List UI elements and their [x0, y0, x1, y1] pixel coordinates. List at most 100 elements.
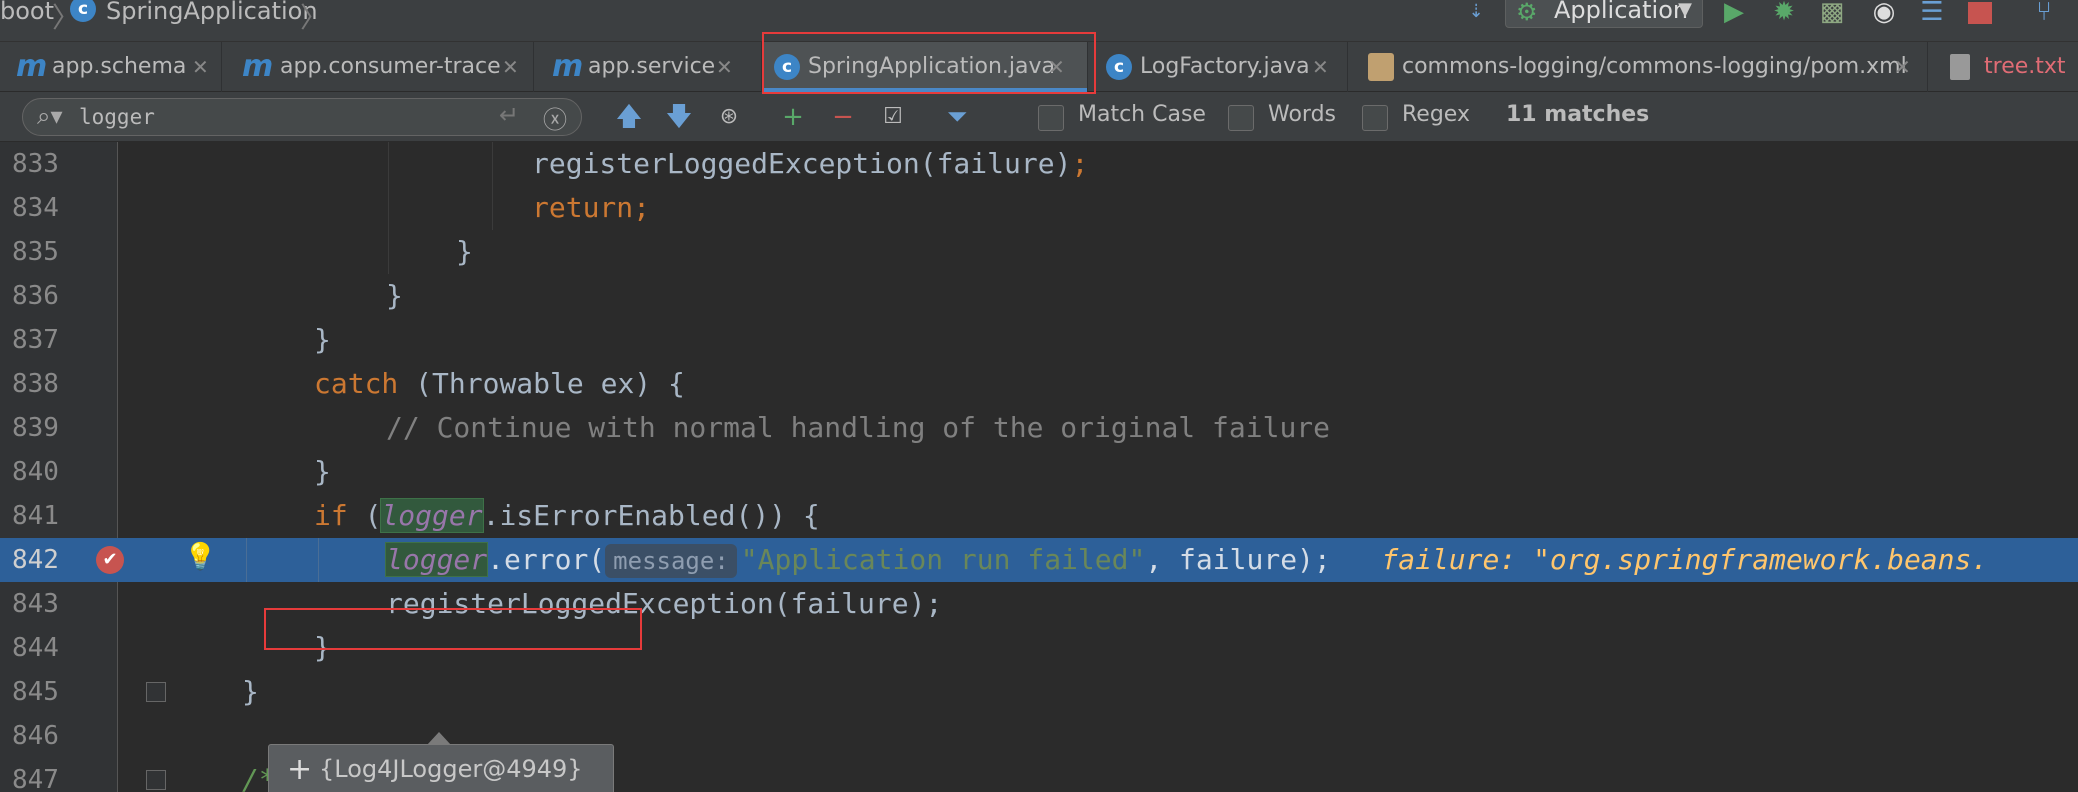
- code-fragment: .isErrorEnabled()) {: [482, 499, 820, 532]
- expand-icon[interactable]: +: [287, 753, 312, 787]
- tab-tree-txt[interactable]: tree.txt: [1928, 42, 2078, 92]
- xml-file-icon: [1368, 53, 1394, 81]
- clear-search-icon[interactable]: ⓧ: [543, 100, 567, 135]
- code-line[interactable]: 841 if (logger.isErrorEnabled()) {: [0, 494, 2078, 538]
- code-line[interactable]: 836 }: [0, 274, 2078, 318]
- tab-label: tree.txt: [1984, 54, 2066, 79]
- words-label: Words: [1268, 102, 1337, 127]
- popup-value: {Log4JLogger@4949}: [319, 755, 583, 783]
- code-line[interactable]: 839 // Continue with normal handling of …: [0, 406, 2078, 450]
- breakpoint-icon[interactable]: ✔: [96, 546, 124, 574]
- close-icon[interactable]: ✕: [1894, 42, 1911, 92]
- match-case-checkbox[interactable]: [1038, 105, 1064, 131]
- code-fragment: (Throwable ex) {: [398, 367, 685, 400]
- build-icon[interactable]: ⇣: [1462, 0, 1490, 26]
- regex-label: Regex: [1402, 102, 1470, 127]
- fold-marker-icon[interactable]: [146, 770, 166, 790]
- tab-label: LogFactory.java: [1140, 54, 1310, 79]
- line-number: 833: [12, 149, 59, 179]
- code-line[interactable]: 845 }: [0, 670, 2078, 714]
- intention-bulb-icon[interactable]: 💡: [184, 542, 216, 572]
- debug-icon[interactable]: ✹: [1770, 0, 1798, 26]
- java-class-icon: c: [1106, 54, 1132, 80]
- breadcrumb-root[interactable]: boot: [0, 0, 54, 23]
- maven-module-icon: m: [16, 49, 48, 84]
- string-literal: "Application run failed": [740, 543, 1146, 576]
- code-text: }: [242, 675, 259, 708]
- line-number: 842: [12, 545, 59, 575]
- highlight-box: [762, 32, 1096, 94]
- code-fragment: , failure);: [1145, 543, 1331, 576]
- add-selection-icon[interactable]: +: [776, 100, 810, 134]
- line-number: 845: [12, 677, 59, 707]
- code-text: }: [314, 455, 331, 488]
- indent-guide: [246, 538, 247, 582]
- code-line[interactable]: 833 registerLoggedException(failure);: [0, 142, 2078, 186]
- spring-boot-icon: ⚙: [1516, 0, 1538, 26]
- parameter-hint: message:: [605, 544, 737, 578]
- match-case-label: Match Case: [1078, 102, 1206, 127]
- filter-icon[interactable]: ⏷: [940, 100, 974, 134]
- line-number: 843: [12, 589, 59, 619]
- tab-label: app.schema: [52, 54, 187, 79]
- close-icon[interactable]: ✕: [502, 42, 519, 92]
- inline-debug-value: failure: "org.springframework.beans.: [1381, 543, 1989, 576]
- tab-log-factory-java[interactable]: c LogFactory.java ✕: [1088, 42, 1348, 92]
- code-text: catch (Throwable ex) {: [314, 362, 685, 406]
- tab-app-service[interactable]: m app.service ✕: [534, 42, 762, 92]
- tab-app-consumer-trace[interactable]: m app.consumer-trace ✕: [222, 42, 534, 92]
- select-all-occurrences-icon[interactable]: ⊛: [712, 100, 746, 134]
- previous-occurrence-icon[interactable]: 🡅: [612, 100, 646, 134]
- words-checkbox[interactable]: [1228, 105, 1254, 131]
- maven-module-icon: m: [552, 49, 584, 84]
- close-icon[interactable]: ✕: [716, 42, 733, 92]
- code-text: if (logger.isErrorEnabled()) {: [314, 498, 820, 533]
- code-editor[interactable]: 833 registerLoggedException(failure); 83…: [0, 142, 2078, 792]
- match-count: 11 matches: [1506, 102, 1650, 127]
- search-history-icon[interactable]: ⌕▾: [37, 102, 63, 130]
- current-execution-line[interactable]: 842 ✔ 💡 logger.error(message: "Applicatio…: [0, 538, 2078, 582]
- search-field: ⌕▾ ↵ ⓧ: [22, 98, 582, 136]
- fold-marker-icon[interactable]: [146, 682, 166, 702]
- close-icon[interactable]: ✕: [192, 42, 209, 92]
- breadcrumb-file[interactable]: SpringApplication: [106, 0, 318, 23]
- find-bar: ⌕▾ ↵ ⓧ 🡅 🡇 ⊛ + − ☑ ⏷ Match Case Words Re…: [0, 92, 2078, 142]
- keyword: if: [314, 499, 348, 532]
- tab-app-schema[interactable]: m app.schema ✕: [0, 42, 222, 92]
- code-line[interactable]: 837 }: [0, 318, 2078, 362]
- text-file-icon: [1950, 54, 1970, 80]
- run-concurrency-icon[interactable]: ☰: [1918, 0, 1946, 26]
- vcs-icon[interactable]: ⑂: [2030, 0, 2058, 26]
- profiler-icon[interactable]: ◉: [1870, 0, 1898, 26]
- method-call: registerLoggedException(failure): [532, 147, 1072, 180]
- code-line[interactable]: 838 catch (Throwable ex) {: [0, 362, 2078, 406]
- tab-label: commons-logging/commons-logging/pom.xml: [1402, 54, 1907, 79]
- code-line[interactable]: 834 return;: [0, 186, 2078, 230]
- line-number: 837: [12, 325, 59, 355]
- breadcrumb-separator: 〉: [300, 1, 329, 34]
- keyword: return;: [532, 191, 651, 224]
- run-configuration-label: Application: [1554, 0, 1689, 24]
- toggle-selection-icon[interactable]: ☑: [876, 100, 910, 134]
- run-icon[interactable]: ▶: [1720, 0, 1748, 26]
- line-number: 839: [12, 413, 59, 443]
- tab-label: app.consumer-trace: [280, 54, 501, 79]
- debug-value-popup[interactable]: + {Log4JLogger@4949}: [268, 744, 614, 792]
- search-input[interactable]: [79, 103, 499, 131]
- code-line[interactable]: 835 }: [0, 230, 2078, 274]
- code-text: logger.error(message: "Application run fa…: [384, 538, 1989, 582]
- code-line[interactable]: 840 }: [0, 450, 2078, 494]
- tab-pom-xml[interactable]: commons-logging/commons-logging/pom.xml …: [1348, 42, 1928, 92]
- coverage-icon[interactable]: ▩: [1818, 0, 1846, 26]
- next-occurrence-icon[interactable]: 🡇: [662, 100, 696, 134]
- remove-selection-icon[interactable]: −: [826, 100, 860, 134]
- regex-checkbox[interactable]: [1362, 105, 1388, 131]
- run-configuration-selector[interactable]: ⚙ Application ▼: [1505, 0, 1703, 28]
- new-line-icon[interactable]: ↵: [499, 101, 519, 129]
- indent-guide: [492, 186, 493, 230]
- close-icon[interactable]: ✕: [1312, 42, 1329, 92]
- stop-icon[interactable]: [1968, 2, 1992, 24]
- line-number: 844: [12, 633, 59, 663]
- code-fragment: .error(: [487, 543, 606, 576]
- indent-guide: [388, 186, 389, 230]
